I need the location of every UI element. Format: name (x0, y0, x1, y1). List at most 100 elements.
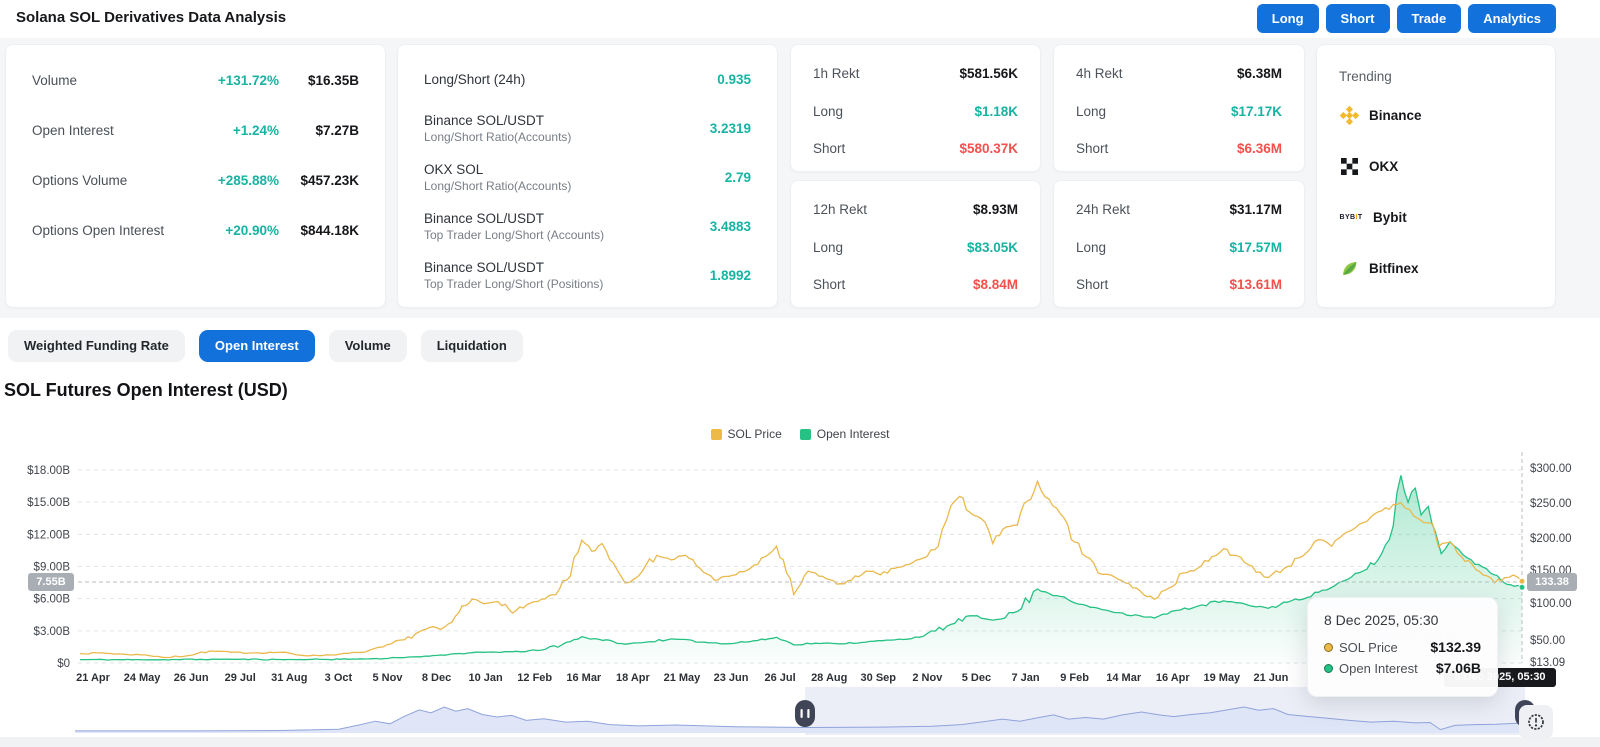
navigator-left-handle[interactable] (795, 700, 815, 727)
rekt-total-value: $581.56K (959, 66, 1018, 82)
long-button[interactable]: Long (1256, 4, 1319, 33)
rekt-total-value: $31.17M (1229, 202, 1282, 218)
ratio-titles: Binance SOL/USDT Top Trader Long/Short (A… (424, 211, 604, 242)
x-axis-tick: 23 Jun (714, 672, 749, 684)
x-axis-tick: 24 May (124, 672, 162, 684)
long-short-ratio-card: Long/Short (24h) 0.935 Binance SOL/USDT Lon… (397, 44, 778, 308)
x-axis-tick: 5 Nov (372, 672, 403, 684)
rekt-long-value: $83.05K (966, 239, 1018, 255)
tooltip-row-open-interest: Open Interest $7.06B (1324, 660, 1481, 676)
x-axis-tick: 26 Jul (765, 672, 796, 684)
x-axis-tick: 26 Jun (174, 672, 209, 684)
x-axis-tick: 3 Oct (325, 672, 353, 684)
short-button[interactable]: Short (1325, 4, 1390, 33)
rekt-short-row: Short $13.61M (1054, 266, 1304, 304)
rekt-label: Short (1076, 277, 1109, 293)
stat-value: $457.23K (300, 172, 359, 188)
ratio-title: Long/Short (24h) (424, 72, 526, 87)
trade-button[interactable]: Trade (1396, 4, 1462, 33)
legend-item-sol-price[interactable]: SOL Price (710, 427, 782, 441)
rekt-card-4h: 4h Rekt $6.38M Long $17.17K Short $6.36M (1053, 44, 1305, 172)
tab-open-interest[interactable]: Open Interest (198, 330, 315, 362)
bitfinex-logo (1339, 259, 1359, 279)
legend-swatch-icon (799, 428, 811, 440)
x-axis-tick: 28 Aug (811, 672, 847, 684)
ratio-row-0: Long/Short (24h) 0.935 (398, 55, 777, 104)
ratio-row-2: OKX SOL Long/Short Ratio(Accounts) 2.79 (398, 153, 777, 202)
right-axis-tick: $300.00 (1530, 463, 1572, 475)
page-title: Solana SOL Derivatives Data Analysis (16, 9, 287, 26)
rekt-total-row: 12h Rekt $8.93M (791, 191, 1040, 229)
x-axis-tick: 21 May (664, 672, 702, 684)
trending-card: Trending Binance OKX BYBIT Bybit Bitfinex (1316, 44, 1556, 308)
stat-row-0: Volume +131.72% $16.35B (6, 55, 385, 105)
right-axis-tick: $200.00 (1530, 533, 1572, 545)
bybit-logo: BYBIT (1339, 214, 1363, 221)
rekt-short-value: $580.37K (959, 141, 1018, 157)
trending-title: Trending (1339, 69, 1392, 84)
x-axis-tick: 19 May (1203, 672, 1241, 684)
stat-label: Options Open Interest (32, 222, 165, 238)
trending-item-bybit[interactable]: BYBIT Bybit (1317, 192, 1555, 243)
rekt-short-value: $8.84M (972, 277, 1018, 293)
rekt-label: Long (813, 103, 844, 119)
rekt-label: 24h Rekt (1076, 202, 1131, 218)
tab-liquidation[interactable]: Liquidation (420, 330, 523, 362)
stat-change-pct: +285.88% (217, 172, 279, 188)
left-axis-tick: $15.00B (27, 497, 70, 509)
trending-item-binance[interactable]: Binance (1317, 90, 1555, 141)
tooltip-row-sol-price: SOL Price $132.39 (1324, 639, 1481, 655)
left-axis-tick: $12.00B (27, 529, 70, 541)
rekt-label: Long (1076, 239, 1107, 255)
tab-volume[interactable]: Volume (328, 330, 407, 362)
ratio-title: Binance SOL/USDT (424, 260, 545, 275)
stat-change-pct: +20.90% (225, 222, 279, 238)
rekt-long-value: $1.18K (974, 103, 1018, 119)
x-axis-tick: 8 Dec (422, 672, 451, 684)
x-axis-tick: 16 Mar (566, 672, 602, 684)
ratio-value: 3.4883 (709, 219, 751, 234)
rekt-long-row: Long $83.05K (791, 229, 1040, 267)
x-axis-tick: 5 Dec (962, 672, 991, 684)
ratio-subtitle: Top Trader Long/Short (Accounts) (424, 228, 605, 242)
legend-item-open-interest[interactable]: Open Interest (799, 427, 889, 441)
right-axis-tick: $250.00 (1530, 498, 1572, 510)
stat-value: $844.18K (300, 222, 359, 238)
right-axis-tick: $50.00 (1530, 635, 1565, 647)
rekt-short-value: $6.36M (1236, 141, 1282, 157)
stat-change-pct: +1.24% (232, 122, 279, 138)
trending-item-bitfinex[interactable]: Bitfinex (1317, 243, 1555, 294)
right-axis-crosshair-badge: 133.38 (1527, 573, 1577, 591)
ratio-title: OKX SOL (424, 162, 484, 177)
rekt-total-row: 24h Rekt $31.17M (1054, 191, 1304, 229)
rekt-total-value: $6.38M (1236, 66, 1282, 82)
chart-tabs: Weighted Funding Rate Open Interest Volume… (8, 330, 523, 362)
section-title: SOL Futures Open Interest (USD) (4, 380, 288, 400)
stat-label: Volume (32, 72, 78, 88)
rekt-long-row: Long $17.57M (1054, 229, 1304, 267)
x-axis-tick: 31 Aug (271, 672, 307, 684)
ratio-value: 0.935 (717, 72, 751, 87)
ratio-row-1: Binance SOL/USDT Long/Short Ratio(Account… (398, 104, 777, 153)
ratio-title: Binance SOL/USDT (424, 113, 545, 128)
series-end-dot (1518, 583, 1526, 591)
stat-row-2: Options Volume +285.88% $457.23K (6, 155, 385, 205)
binance-logo (1339, 106, 1359, 126)
seal-exclamation-icon (1528, 714, 1544, 730)
chart-legend: SOL Price Open Interest (0, 427, 1600, 441)
rekt-short-row: Short $6.36M (1054, 130, 1304, 168)
ratio-title: Binance SOL/USDT (424, 211, 545, 226)
trending-name: Binance (1369, 108, 1422, 123)
trending-name: OKX (1369, 159, 1399, 174)
ratio-value: 2.79 (724, 170, 751, 185)
trending-name: Bybit (1373, 210, 1407, 225)
tab-weighted-funding-rate[interactable]: Weighted Funding Rate (8, 330, 185, 362)
x-axis-tick: 16 Apr (1156, 672, 1191, 684)
rekt-label: 1h Rekt (813, 66, 860, 82)
analytics-button[interactable]: Analytics (1468, 4, 1556, 33)
stat-row-1: Open Interest +1.24% $7.27B (6, 105, 385, 155)
chart-alert-settings-button[interactable] (1519, 705, 1553, 739)
trending-item-okx[interactable]: OKX (1317, 141, 1555, 192)
trending-name: Bitfinex (1369, 261, 1419, 276)
open-interest-area (80, 475, 1522, 663)
